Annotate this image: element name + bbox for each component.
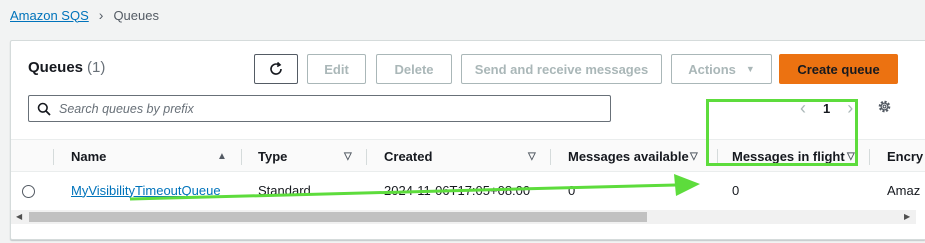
edit-button[interactable]: Edit	[307, 54, 366, 84]
page-title: Queues (1)	[28, 59, 105, 76]
column-divider	[550, 149, 551, 165]
column-header-encryption[interactable]: Encry	[887, 140, 925, 173]
search-input[interactable]	[59, 101, 579, 116]
create-queue-button[interactable]: Create queue	[779, 54, 898, 84]
caret-down-icon: ▼	[745, 64, 755, 74]
column-header-name[interactable]: Name ▲	[71, 140, 241, 173]
column-divider	[366, 149, 367, 165]
scroll-right-icon[interactable]: ▶	[904, 210, 910, 224]
column-header-type[interactable]: Type ▽	[258, 140, 358, 173]
sort-icon: ▽	[528, 151, 536, 162]
annotation-highlight-box	[706, 99, 858, 166]
sort-ascending-icon: ▲	[217, 151, 227, 162]
breadcrumb-amazon-sqs-link[interactable]: Amazon SQS	[10, 8, 89, 23]
sort-icon: ▽	[344, 151, 352, 162]
search-box	[28, 95, 611, 122]
column-label: Encry	[887, 149, 924, 164]
scrollbar-thumb[interactable]	[29, 212, 647, 222]
column-header-messages-available[interactable]: Messages available ▽	[568, 140, 713, 173]
column-label: Type	[258, 149, 288, 164]
column-label: Created	[384, 149, 433, 164]
actions-label: Actions	[688, 61, 736, 77]
horizontal-scrollbar[interactable]: ◀ ▶	[11, 210, 916, 224]
breadcrumb-current: Queues	[113, 7, 159, 23]
settings-gear-icon[interactable]	[877, 99, 892, 119]
queue-count: (1)	[87, 59, 106, 76]
row-select-radio[interactable]	[22, 185, 35, 198]
scroll-left-icon[interactable]: ◀	[16, 210, 22, 224]
queue-name-link[interactable]: MyVisibilityTimeoutQueue	[71, 183, 221, 198]
sort-icon: ▽	[690, 151, 698, 162]
table-row[interactable]: MyVisibilityTimeoutQueue Standard 2024-1…	[11, 172, 925, 208]
refresh-button[interactable]	[254, 54, 298, 84]
column-divider	[869, 149, 870, 165]
messages-in-flight-cell: 0	[732, 182, 740, 198]
refresh-icon	[270, 61, 282, 75]
breadcrumb: Amazon SQS › Queues	[10, 7, 159, 23]
column-header-created[interactable]: Created ▽	[384, 140, 544, 173]
panel-title-text: Queues	[28, 59, 84, 76]
encryption-cell: Amaz	[887, 182, 921, 198]
queue-type-cell: Standard	[258, 182, 311, 198]
queue-created-cell: 2024-11-06T17:05+08:00	[384, 182, 531, 198]
column-label: Messages available	[568, 149, 689, 164]
delete-button[interactable]: Delete	[376, 54, 452, 84]
column-divider	[241, 149, 242, 165]
chevron-right-icon: ›	[98, 7, 104, 23]
column-label: Name	[71, 149, 107, 164]
queue-name-cell: MyVisibilityTimeoutQueue	[71, 172, 221, 208]
actions-dropdown[interactable]: Actions ▼	[671, 54, 772, 84]
send-receive-messages-button[interactable]: Send and receive messages	[461, 54, 662, 84]
search-icon	[37, 102, 51, 116]
column-divider	[53, 149, 54, 165]
messages-available-cell: 0	[568, 182, 576, 198]
